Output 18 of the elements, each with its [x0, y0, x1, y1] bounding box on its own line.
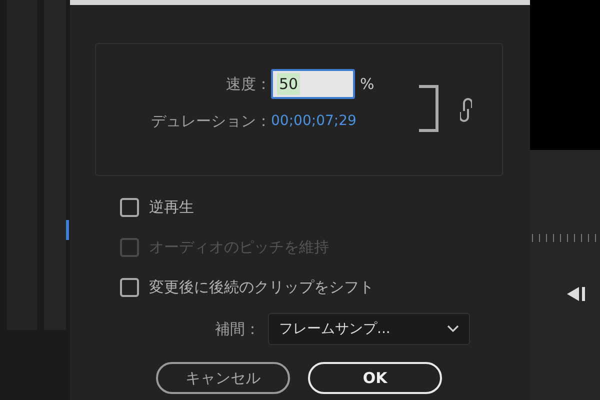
interpolation-dropdown[interactable]: フレームサンプ...	[268, 313, 470, 345]
playhead-marker	[66, 220, 69, 240]
duration-label: デュレーション：	[150, 112, 271, 130]
checkbox-label: 変更後に後続のクリップをシフト	[149, 278, 374, 296]
speed-label: 速度：	[225, 74, 271, 94]
checkbox[interactable]	[120, 278, 139, 296]
cancel-button[interactable]: キャンセル	[156, 362, 290, 394]
duration-value[interactable]: 00;00;07;29	[271, 113, 356, 129]
step-back-icon[interactable]	[567, 287, 587, 301]
bracket-icon	[418, 85, 440, 132]
speed-field[interactable]: 50	[271, 69, 355, 99]
checkbox-label: 逆再生	[149, 198, 194, 216]
link-icon[interactable]	[460, 98, 472, 122]
unit-label: %	[360, 75, 374, 93]
interpolation-label: 補間：	[214, 320, 260, 338]
checkbox[interactable]	[120, 198, 139, 216]
chevron-down-icon	[447, 325, 459, 333]
ok-button[interactable]: OK	[308, 362, 442, 394]
